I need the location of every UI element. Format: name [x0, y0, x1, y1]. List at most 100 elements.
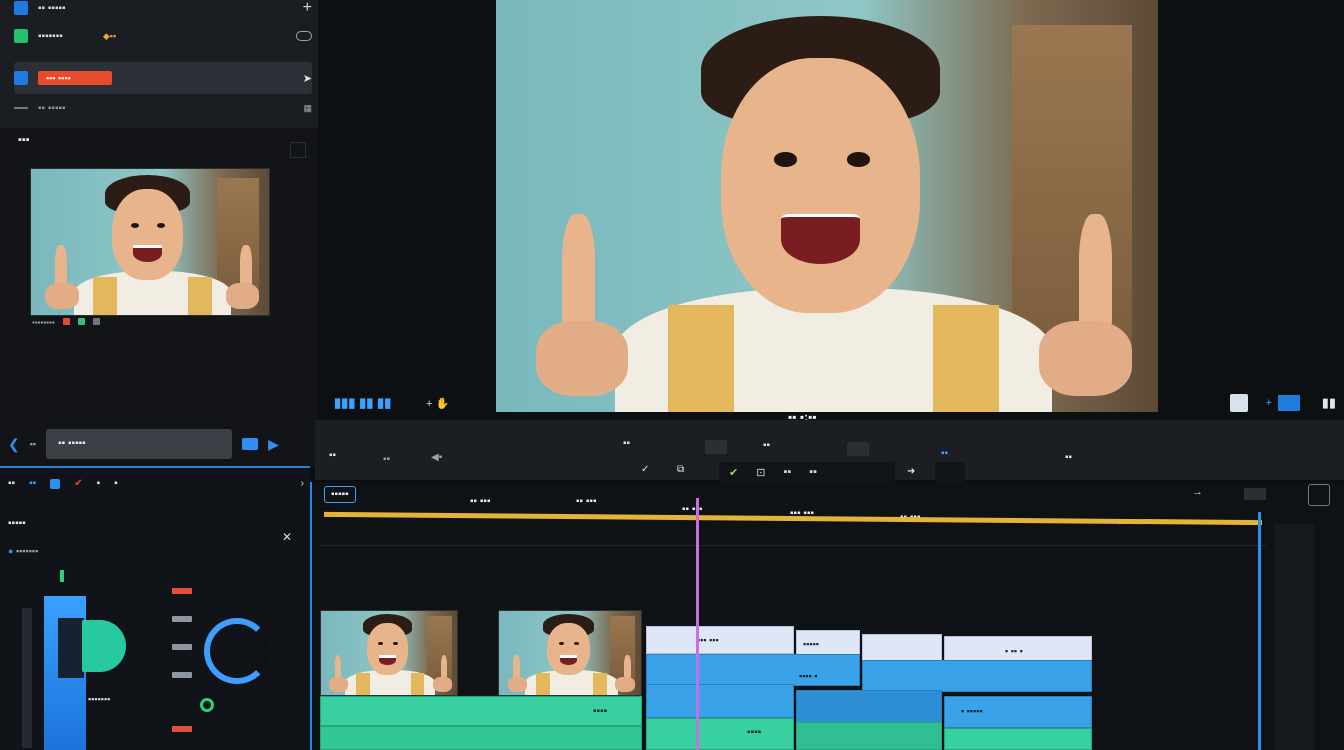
chevron-right-icon[interactable]: › [301, 478, 304, 489]
rolling-edit-button[interactable]: ▪▪ [809, 466, 817, 478]
project-row-label: ▪▪ ▪▪▪▪▪ [38, 2, 66, 14]
edit-tools: ✔ ⊡ ▪▪ ▪▪ [719, 462, 895, 482]
audio-clip[interactable]: ▪▪▪▪ [646, 718, 794, 750]
audio-clip[interactable] [796, 722, 942, 750]
ruler-label: ▪▪ ▪▪▪ [576, 496, 597, 507]
project-row-label: ▪▪ ▪▪▪▪▪ [38, 102, 66, 114]
play-icon[interactable]: ▶ [268, 436, 279, 453]
pointer-icon[interactable]: ➤ [303, 72, 312, 85]
ruler-label-current: ▪▪▪▪▪ [324, 486, 356, 503]
clip-name-tag: ▪▪▪ ▪▪▪▪ [38, 71, 112, 85]
clip-label: ▪▪▪▪ [593, 706, 608, 717]
program-controls: ▮▮▮ ▮▮ ▮▮ + ✋ + ▮▮ [318, 386, 1344, 420]
settings-icon[interactable] [1230, 394, 1248, 412]
effects-panel: ▪▪ ▪▪ ✔ ▪ ▪ › ▪▪▪▪▪ ● ▪▪▪▪▪▪▪ ✕ ▪▪▪▪▪▪▪ [0, 466, 310, 750]
add-marker-icon[interactable]: + ✋ [426, 397, 449, 410]
project-row[interactable]: ▪▪ ▪▪▪▪▪ + [14, 0, 312, 22]
source-preview[interactable] [30, 168, 270, 316]
audio-meters-icon[interactable]: ▮▮▮ ▮▮ ▮▮ [334, 395, 391, 411]
effects-toolbar: ▪▪ ▪▪ ✔ ▪ ▪ › [8, 478, 304, 489]
tool-slide[interactable]: ▪ [114, 478, 118, 489]
ripple-icon[interactable]: ✓ [641, 464, 649, 475]
clip-label: ▪▪▪▪ ▪ [799, 671, 818, 681]
close-icon[interactable]: ✕ [282, 530, 292, 544]
link-icon[interactable] [296, 31, 312, 41]
arrow-right-icon[interactable]: → [1192, 486, 1203, 498]
record-indicator-icon [62, 318, 70, 325]
tool-video[interactable]: ▪▪ [29, 478, 36, 489]
track-select-icon[interactable]: ⊡ [756, 466, 765, 479]
insert-icon[interactable] [242, 438, 259, 450]
tool-slip[interactable]: ▪ [97, 478, 101, 489]
video-clip-image [321, 611, 457, 695]
tool-marker-icon[interactable] [50, 478, 61, 489]
title-clip[interactable] [862, 634, 942, 662]
sequence-button[interactable] [705, 440, 727, 454]
fullscreen-icon[interactable]: ▮▮ [1322, 395, 1336, 411]
pan-knob[interactable] [82, 620, 126, 672]
video-clip[interactable]: ▪ ▪▪▪▪▪ [944, 696, 1092, 728]
sequence-label: ▪▪ [623, 438, 631, 449]
clip-label: ▪▪▪▪▪ [803, 639, 819, 649]
add-icon[interactable]: + [303, 0, 312, 17]
ripple-edit-button[interactable]: ▪▪ [783, 466, 791, 478]
step-back-icon[interactable]: ❮ [8, 436, 20, 453]
program-monitor: ▮▮▮ ▮▮ ▮▮ + ✋ + ▮▮ ▪▪ ▪:▪▪ [318, 0, 1344, 424]
trim-icon[interactable]: ⧉ [677, 464, 684, 475]
gain-dial[interactable] [204, 618, 270, 684]
in-point-icon[interactable]: ▪▪ [30, 439, 36, 449]
snap-icon[interactable]: ▪▪ [383, 454, 390, 465]
video-clip-thumb[interactable] [320, 610, 458, 696]
solo-indicator[interactable] [200, 698, 214, 712]
video-clip[interactable] [646, 654, 860, 686]
source-monitor: ▪▪▪ ▪▪▪▪▪▪▪▪ ❮ ▪▪ ▪▪ ▪▪▪▪▪ ▶ [0, 128, 318, 468]
effect-preset[interactable]: ● ▪▪▪▪▪▪▪ [8, 546, 38, 556]
ruler-label: ▪▪ ▪▪▪ [470, 496, 491, 507]
clip-icon [14, 71, 28, 85]
sequence-icon [14, 29, 28, 43]
project-row[interactable]: ▪▪ ▪▪▪▪▪ ▦ [14, 94, 312, 122]
folder-icon [14, 1, 28, 15]
project-row[interactable]: ▪▪▪▪▪▪▪ ◆▪▪ [14, 22, 312, 50]
audio-clip[interactable]: ▪▪▪▪ [320, 696, 642, 726]
fader-cap[interactable] [58, 618, 84, 678]
sequence-name[interactable]: ▪▪ [329, 450, 336, 461]
clip-label: ▪ ▪▪▪▪▪ [961, 706, 983, 716]
sequence-button[interactable] [847, 442, 869, 456]
audio-clip[interactable] [944, 728, 1092, 750]
video-clip[interactable] [796, 690, 942, 724]
export-frame-icon[interactable] [1278, 395, 1300, 411]
audio-clip[interactable] [320, 726, 642, 750]
clip-label: ▪ ▪▪ ▪ [1005, 646, 1023, 656]
time-ruler[interactable]: ▪▪▪▪▪ ▪▪ ▪▪▪ ▪▪ ▪▪▪ ▪▪ ▪▪▪ ▪▪▪ ▪▪▪ ▪▪ ▪▪… [320, 482, 1266, 546]
tool-audio[interactable]: ▪▪ [8, 478, 15, 489]
maximize-icon[interactable] [290, 142, 306, 158]
clip-label: ▪▪▪ ▪▪▪ [697, 635, 719, 645]
sequence-end-marker [1258, 512, 1261, 750]
video-clip-image [499, 611, 641, 695]
track-scrollbar[interactable] [1274, 524, 1314, 750]
bus-button[interactable] [172, 672, 192, 678]
fader-track [22, 608, 32, 748]
list-view-icon[interactable]: ▦ [303, 103, 312, 114]
razor-icon[interactable]: ✔ [74, 478, 82, 489]
pen-tool-icon[interactable]: ➜ [907, 466, 915, 477]
select-tool-icon[interactable]: ✔ [729, 466, 738, 479]
linked-selection-icon[interactable]: ◀▪ [431, 452, 442, 463]
add-icon[interactable]: + [1266, 397, 1272, 409]
title-clip[interactable]: ▪▪▪ ▪▪▪ [646, 626, 794, 654]
source-timecode-field[interactable]: ▪▪ ▪▪▪▪▪ [46, 429, 233, 459]
ready-indicator-icon [77, 318, 85, 325]
video-clip[interactable]: ▪▪▪▪ ▪ [799, 660, 1092, 692]
calendar-icon[interactable] [1308, 484, 1330, 506]
program-preview[interactable] [496, 0, 1158, 412]
sequence-label: ▪▪ [763, 440, 771, 451]
bus-button[interactable] [172, 616, 192, 622]
video-clip[interactable] [646, 684, 794, 718]
bus-button[interactable] [172, 644, 192, 650]
video-clip-thumb[interactable] [498, 610, 642, 696]
zoom-fit-icon[interactable] [1244, 488, 1266, 500]
hand-tool-icon[interactable] [935, 462, 965, 482]
playhead[interactable] [696, 498, 699, 750]
project-row-selected[interactable]: ▪▪▪ ▪▪▪▪ ➤ [14, 62, 312, 94]
